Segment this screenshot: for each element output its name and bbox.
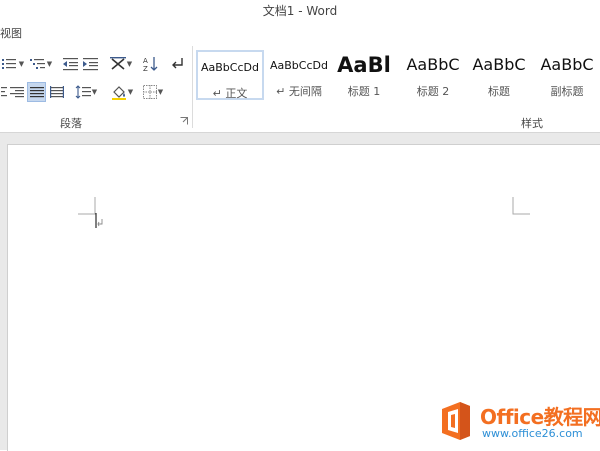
- styles-group-label: 样式: [521, 117, 543, 130]
- styles-gallery: AaBbCcDd ↵ 正文 AaBbCcDd ↵ 无间隔 AaBl 标题 1 A…: [196, 50, 600, 102]
- style-name: ↵ 无间隔: [276, 85, 322, 98]
- show-marks-button[interactable]: [168, 54, 186, 74]
- title-bar: 文档1 - Word: [0, 0, 600, 22]
- style-name: 标题 2: [416, 85, 450, 98]
- style-preview: AaBbC: [406, 55, 460, 74]
- line-spacing-icon: [75, 85, 91, 99]
- borders-button[interactable]: ▼: [140, 82, 166, 102]
- window-title: 文档1 - Word: [262, 4, 338, 18]
- distributed-button[interactable]: [48, 82, 66, 102]
- office-logo-icon: [442, 402, 470, 440]
- style-preview: AaBbC: [472, 55, 526, 74]
- multilevel-list-button[interactable]: ▼: [28, 54, 54, 74]
- line-spacing-button[interactable]: ▼: [72, 82, 100, 102]
- bullets-button[interactable]: ▼: [0, 54, 26, 74]
- increase-indent-button[interactable]: [82, 54, 100, 74]
- text-cursor: [95, 213, 103, 228]
- increase-indent-icon: [83, 58, 98, 71]
- align-center-icon: [1, 87, 7, 97]
- style-heading-1[interactable]: AaBl 标题 1: [334, 50, 394, 100]
- style-preview: AaBbCcDd: [270, 59, 328, 72]
- chevron-down-icon: ▼: [91, 88, 98, 96]
- style-no-spacing[interactable]: AaBbCcDd ↵ 无间隔: [266, 50, 332, 100]
- chevron-down-icon: ▼: [18, 60, 25, 68]
- paint-bucket-icon: [111, 86, 126, 100]
- sort-button[interactable]: A Z: [142, 54, 160, 74]
- align-right-icon: [10, 87, 24, 98]
- style-name: 标题: [488, 85, 510, 98]
- sort-icon: A Z: [143, 57, 158, 72]
- chevron-down-icon: ▼: [126, 60, 133, 68]
- decrease-indent-button[interactable]: [62, 54, 80, 74]
- justify-button[interactable]: [27, 82, 46, 102]
- chinese-layout-button[interactable]: ▼: [108, 54, 134, 74]
- justify-icon: [29, 87, 44, 98]
- ribbon: ▼ ▼ ▼ A Z ▼ ▼ ▼ 段落 AaBbCcDd ↵ 正文 AaBbCcD…: [0, 42, 600, 133]
- watermark-brand-latin: Office: [480, 405, 544, 429]
- decrease-indent-icon: [63, 58, 78, 71]
- tab-view[interactable]: 视图: [0, 25, 22, 41]
- office26-watermark: Office教程网 www.office26.com: [438, 400, 600, 444]
- style-normal[interactable]: AaBbCcDd ↵ 正文: [196, 50, 264, 100]
- group-separator: [192, 46, 193, 128]
- style-heading-2[interactable]: AaBbC 标题 2: [400, 50, 466, 100]
- paragraph-group-label: 段落: [60, 117, 82, 130]
- chevron-down-icon: ▼: [127, 88, 134, 96]
- style-name: ↵ 正文: [212, 87, 248, 100]
- style-name: 标题 1: [347, 85, 381, 98]
- svg-text:A: A: [143, 57, 148, 65]
- multilevel-list-icon: [29, 59, 45, 69]
- borders-icon: [142, 85, 157, 99]
- style-preview: AaBl: [337, 53, 391, 77]
- chevron-down-icon: ▼: [46, 60, 53, 68]
- watermark-brand: Office教程网: [480, 401, 600, 430]
- bullets-icon: [1, 59, 16, 69]
- watermark-url: www.office26.com: [482, 427, 583, 440]
- watermark-brand-cn: 教程网: [543, 405, 600, 429]
- align-right-button[interactable]: [8, 82, 26, 102]
- chevron-down-icon: ▼: [157, 88, 164, 96]
- dialog-launcher-icon[interactable]: [180, 117, 188, 125]
- ribbon-tabs: 视图: [0, 22, 600, 42]
- style-name: 副标题: [550, 85, 584, 98]
- style-title[interactable]: AaBbC 标题: [466, 50, 532, 100]
- paragraph-mark-icon: [172, 58, 183, 69]
- svg-text:Z: Z: [143, 65, 148, 72]
- distributed-icon: [50, 86, 64, 98]
- style-subtitle[interactable]: AaBbC 副标题: [534, 50, 600, 100]
- margin-corner-mark: [512, 197, 530, 215]
- shading-button[interactable]: ▼: [108, 82, 136, 102]
- style-preview: AaBbCcDd: [201, 61, 259, 74]
- chinese-layout-icon: [109, 57, 126, 70]
- style-preview: AaBbC: [540, 55, 594, 74]
- align-center-button[interactable]: [0, 82, 8, 102]
